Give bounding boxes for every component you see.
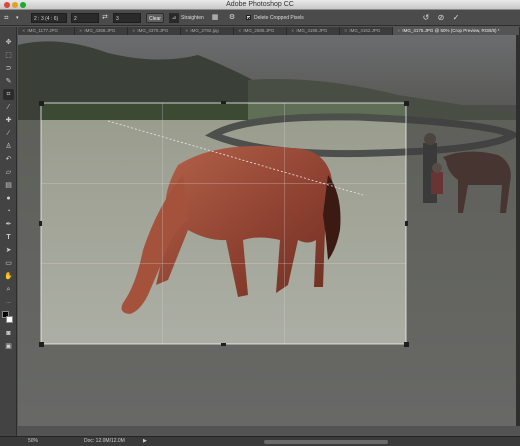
close-tab-icon[interactable]: ✕ bbox=[79, 28, 82, 33]
type-tool-icon[interactable]: T bbox=[3, 232, 14, 243]
dodge-tool-icon[interactable]: ◔ bbox=[3, 206, 14, 217]
screen-mode-icon[interactable]: ▣ bbox=[3, 341, 14, 352]
document-tab[interactable]: ✕ IMG_1177.JPG bbox=[18, 27, 75, 35]
swap-dimensions-icon[interactable]: ⇄ bbox=[102, 13, 110, 23]
gradient-tool-icon[interactable]: ▤ bbox=[3, 180, 14, 191]
background-color-swatch[interactable] bbox=[6, 316, 13, 323]
crop-tool-icon[interactable]: ⌗ bbox=[3, 89, 14, 100]
close-tab-icon[interactable]: ✕ bbox=[132, 28, 135, 33]
move-tool-icon[interactable]: ✥ bbox=[3, 37, 14, 48]
brush-tool-icon[interactable]: ∕ bbox=[3, 128, 14, 139]
app-title: Adobe Photoshop CC bbox=[226, 1, 294, 8]
eraser-tool-icon[interactable]: ▱ bbox=[3, 167, 14, 178]
document-canvas[interactable] bbox=[18, 35, 520, 426]
healing-brush-tool-icon[interactable]: ✚ bbox=[3, 115, 14, 126]
document-tabs: ✕ IMG_1177.JPG ✕ IMG_4368.JPG ✕ IMG_4370.JP… bbox=[18, 27, 520, 35]
quick-mask-icon[interactable]: ◙ bbox=[3, 328, 14, 339]
crop-handle[interactable] bbox=[221, 343, 226, 346]
document-tab[interactable]: ✕ IMG_4370.JPG bbox=[128, 27, 181, 35]
document-tab[interactable]: ✕ IMG_4198.JPG bbox=[287, 27, 340, 35]
path-selection-tool-icon[interactable]: ➤ bbox=[3, 245, 14, 256]
document-tab[interactable]: ✕ IMG_2792.jpg bbox=[181, 27, 234, 35]
status-bar: 50% Doc: 12.0M/12.0M ▶ bbox=[0, 436, 520, 446]
rectangle-tool-icon[interactable]: ▭ bbox=[3, 258, 14, 269]
straighten-label: Straighten bbox=[181, 15, 204, 21]
crop-handle[interactable] bbox=[39, 342, 44, 347]
cancel-icon[interactable]: ⊘ bbox=[436, 13, 446, 23]
preset-dropdown-arrow-icon[interactable]: ▾ bbox=[16, 13, 22, 23]
crop-handle[interactable] bbox=[221, 101, 226, 104]
delete-cropped-pixels-checkbox[interactable] bbox=[246, 15, 251, 20]
document-size-info[interactable]: Doc: 12.0M/12.0M bbox=[84, 437, 125, 446]
eyedropper-tool-icon[interactable]: ⁄ bbox=[3, 102, 14, 113]
crop-handle[interactable] bbox=[39, 221, 42, 226]
horizontal-scrollbar[interactable] bbox=[264, 440, 388, 444]
crop-height-field[interactable]: 3 bbox=[113, 13, 141, 23]
quick-selection-tool-icon[interactable]: ✎ bbox=[3, 76, 14, 87]
clone-stamp-tool-icon[interactable]: ♙ bbox=[3, 141, 14, 152]
blur-tool-icon[interactable]: ● bbox=[3, 193, 14, 204]
crop-handle[interactable] bbox=[405, 221, 408, 226]
more-tools-icon[interactable]: … bbox=[3, 297, 14, 308]
history-brush-tool-icon[interactable]: ↶ bbox=[3, 154, 14, 165]
close-tab-icon[interactable]: ✕ bbox=[397, 28, 400, 33]
close-tab-icon[interactable]: ✕ bbox=[185, 28, 188, 33]
title-bar: Adobe Photoshop CC bbox=[0, 0, 520, 10]
document-tab[interactable]: ✕ IMG_4162.JPG bbox=[340, 27, 393, 35]
document-tab-active[interactable]: ✕ IMG_4175.JPG @ 50% (Crop Preview, RGB/8… bbox=[393, 27, 520, 35]
crop-width-field[interactable]: 2 bbox=[71, 13, 99, 23]
crop-handle[interactable] bbox=[404, 342, 409, 347]
document-tab[interactable]: ✕ IMG_2685.JPG bbox=[234, 27, 287, 35]
pen-tool-icon[interactable]: ✒ bbox=[3, 219, 14, 230]
hand-tool-icon[interactable]: ✋ bbox=[3, 271, 14, 282]
overlay-options-icon[interactable]: ▦ bbox=[210, 13, 220, 23]
vertical-scrollbar[interactable] bbox=[516, 35, 520, 426]
aspect-ratio-select[interactable]: 2 : 3 (4 : 6) bbox=[31, 13, 67, 23]
zoom-level[interactable]: 50% bbox=[28, 437, 38, 446]
delete-cropped-pixels-label: Delete Cropped Pixels bbox=[254, 15, 304, 21]
reset-icon[interactable]: ↺ bbox=[421, 13, 431, 23]
crop-handle[interactable] bbox=[404, 101, 409, 106]
marquee-tool-icon[interactable]: ⬚ bbox=[3, 50, 14, 61]
close-tab-icon[interactable]: ✕ bbox=[291, 28, 294, 33]
close-tab-icon[interactable]: ✕ bbox=[344, 28, 347, 33]
tools-panel: ✥ ⬚ ⊃ ✎ ⌗ ⁄ ✚ ∕ ♙ ↶ ▱ ▤ ● ◔ ✒ T ➤ ▭ ✋ ⌕ … bbox=[0, 27, 17, 440]
crop-settings-gear-icon[interactable]: ⚙ bbox=[227, 13, 237, 23]
commit-check-icon[interactable]: ✓ bbox=[451, 13, 461, 23]
zoom-tool-icon[interactable]: ⌕ bbox=[3, 284, 14, 295]
document-tab[interactable]: ✕ IMG_4368.JPG bbox=[75, 27, 128, 35]
status-menu-arrow-icon[interactable]: ▶ bbox=[143, 437, 147, 446]
crop-tool-preset-icon[interactable]: ⌗ bbox=[4, 13, 16, 23]
close-tab-icon[interactable]: ✕ bbox=[238, 28, 241, 33]
crop-handle[interactable] bbox=[39, 101, 44, 106]
options-bar: ⌗ ▾ 2 : 3 (4 : 6) 2 ⇄ 3 Clear ⊿ Straight… bbox=[0, 10, 520, 26]
lasso-tool-icon[interactable]: ⊃ bbox=[3, 63, 14, 74]
close-tab-icon[interactable]: ✕ bbox=[22, 28, 25, 33]
clear-button[interactable]: Clear bbox=[146, 13, 164, 23]
photo-canvas[interactable] bbox=[18, 35, 520, 426]
straighten-icon[interactable]: ⊿ bbox=[169, 13, 179, 23]
